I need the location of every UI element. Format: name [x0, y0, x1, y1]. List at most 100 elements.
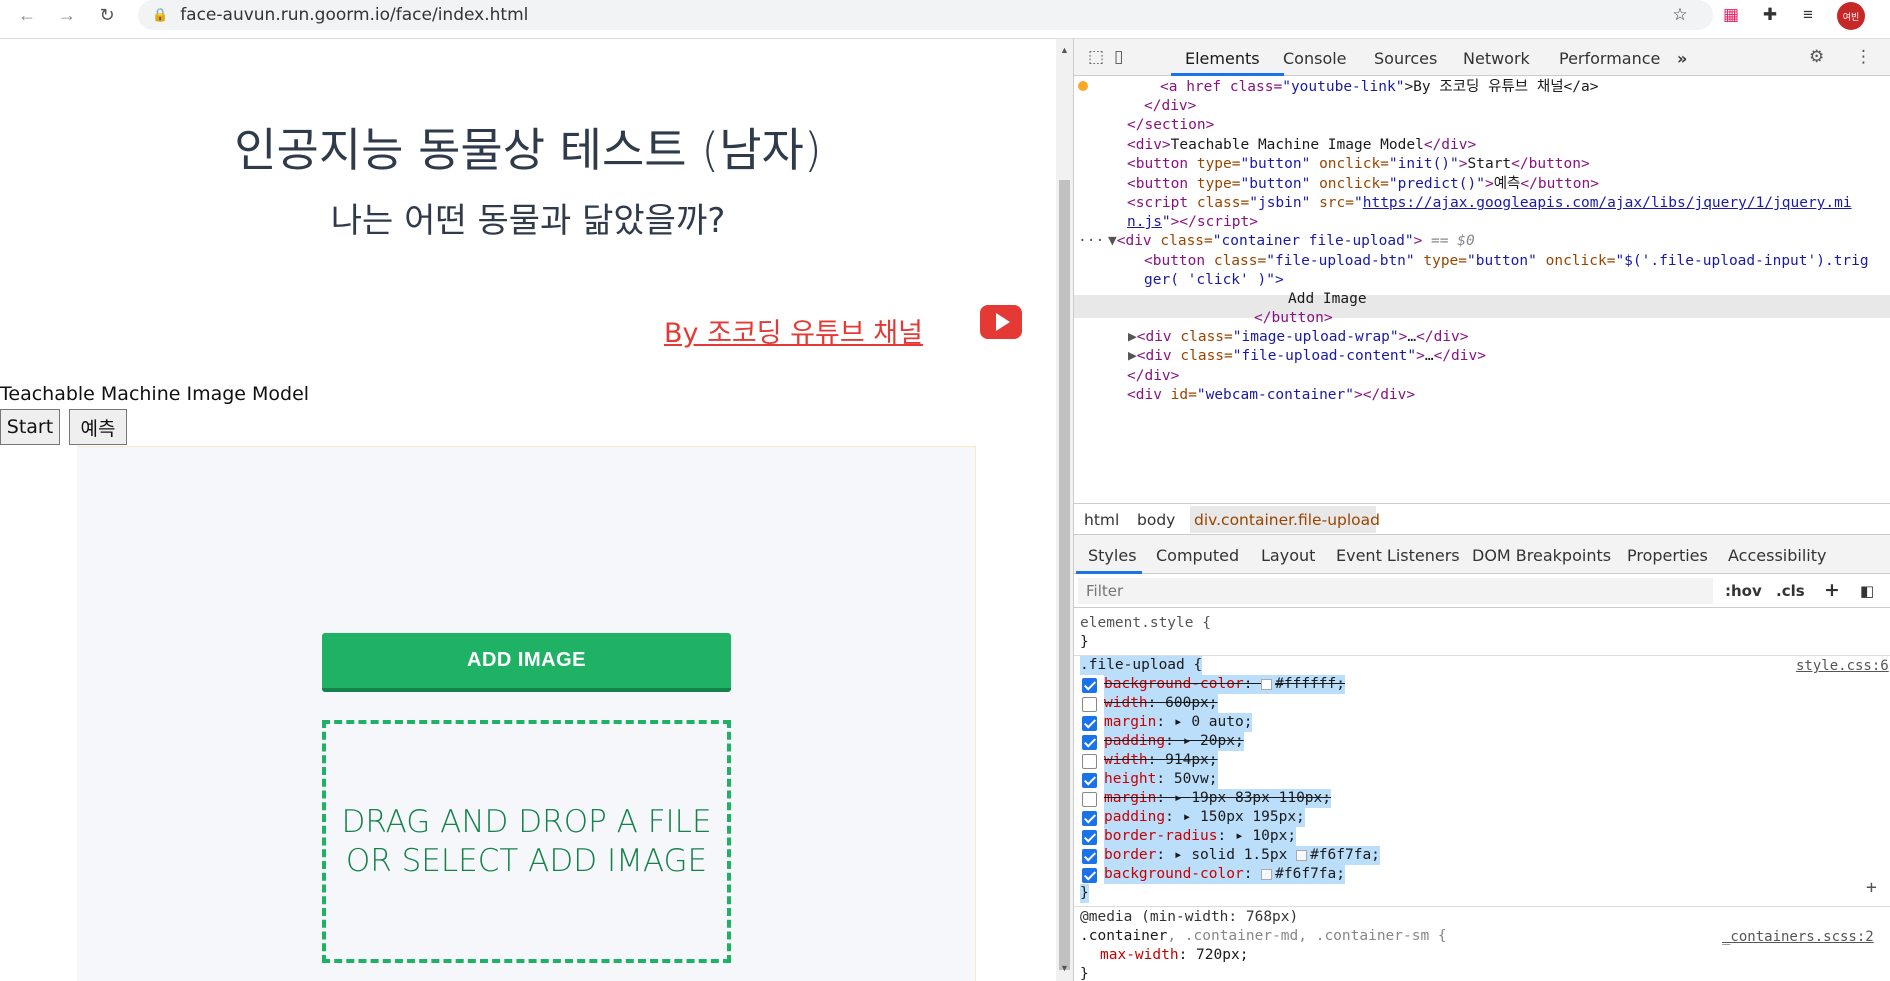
rule-selector[interactable]: .file-upload {	[1080, 656, 1203, 675]
tree-line-script-cont[interactable]: n.js"></script>	[1127, 212, 1258, 233]
warning-dot-icon	[1078, 81, 1088, 91]
tree-line-section-close[interactable]: </section>	[1127, 115, 1214, 136]
breadcrumb-body[interactable]: body	[1137, 511, 1175, 529]
add-image-button[interactable]: ADD IMAGE	[322, 633, 731, 692]
cls-toggle[interactable]: .cls	[1776, 582, 1805, 600]
prop-line-2[interactable]: width: 600px;	[1104, 694, 1218, 713]
tree-line-script[interactable]: <script class="jsbin" src="https://ajax.…	[1127, 193, 1852, 214]
prop-checkbox-7[interactable]	[1082, 792, 1097, 807]
tab-computed[interactable]: Computed	[1156, 546, 1239, 565]
tree-line-div-close-2[interactable]: </div>	[1127, 366, 1179, 387]
youtube-link[interactable]: By 조코딩 유튜브 채널	[664, 311, 923, 350]
prop-line-3[interactable]: margin: ▸ 0 auto;	[1104, 713, 1253, 732]
tree-line-div-close[interactable]: </div>	[1144, 96, 1196, 117]
tree-line-webcam-container[interactable]: <div id="webcam-container"></div>	[1127, 385, 1415, 406]
prop-line-6[interactable]: height: 50vw;	[1104, 770, 1218, 789]
prop-line-10[interactable]: border: ▸ solid 1.5px #f6f7fa;	[1104, 846, 1380, 865]
breadcrumb-html[interactable]: html	[1084, 511, 1119, 529]
media-query-label: @media (min-width: 768px)	[1080, 909, 1299, 925]
scroll-down-arrow-icon[interactable]: ▼	[1058, 963, 1071, 976]
back-arrow-icon[interactable]: ←	[12, 0, 42, 30]
page-scrollbar-thumb[interactable]	[1059, 180, 1070, 970]
add-property-icon[interactable]: +	[1866, 878, 1877, 897]
prop-checkbox-1[interactable]	[1082, 678, 1097, 693]
tree-line-model-div[interactable]: <div>Teachable Machine Image Model</div>	[1127, 135, 1476, 156]
elements-tree[interactable]: <a href class="youtube-link">By 조코딩 유튜브 …	[1074, 77, 1890, 503]
page-viewport: 인공지능 동물상 테스트 (남자) 나는 어떤 동물과 닮았을까? By 조코딩…	[0, 39, 1056, 981]
profile-avatar[interactable]: 여빈	[1837, 2, 1865, 30]
tab-layout[interactable]: Layout	[1261, 546, 1315, 565]
hov-toggle[interactable]: :hov	[1725, 582, 1762, 600]
toggle-sidebar-icon[interactable]: ◧	[1860, 582, 1874, 600]
element-style-selector[interactable]: element.style {	[1080, 614, 1211, 633]
prop-checkbox-6[interactable]	[1082, 773, 1097, 788]
tab-properties[interactable]: Properties	[1627, 546, 1708, 565]
prop-checkbox-9[interactable]	[1082, 830, 1097, 845]
tab-dom-breakpoints[interactable]: DOM Breakpoints	[1472, 546, 1611, 565]
tree-line-add-image-text[interactable]: Add Image	[1288, 289, 1367, 310]
node-options-icon[interactable]: ···	[1078, 231, 1104, 252]
prop-line-7[interactable]: margin: ▸ 19px 83px 110px;	[1104, 789, 1331, 808]
address-bar[interactable]: 🔒 face-auvun.run.goorm.io/face/index.htm…	[138, 0, 1713, 30]
youtube-icon[interactable]	[980, 305, 1022, 339]
prop-line-11[interactable]: background-color: #f6f7fa;	[1104, 865, 1345, 884]
start-button[interactable]: Start	[0, 409, 60, 445]
puzzle-icon[interactable]: ✚	[1759, 4, 1781, 26]
tab-console[interactable]: Console	[1283, 49, 1347, 68]
lock-icon[interactable]: 🔒	[152, 7, 168, 23]
prop-checkbox-2[interactable]	[1082, 697, 1097, 712]
media-prop-line[interactable]: max-width: 720px;	[1100, 946, 1248, 965]
bookmark-star-icon[interactable]: ☆	[1669, 4, 1691, 26]
prop-line-1[interactable]: background-color: #ffffff;	[1104, 675, 1345, 694]
color-swatch-icon[interactable]	[1261, 868, 1273, 880]
tab-sources[interactable]: Sources	[1374, 49, 1437, 68]
inspect-element-icon[interactable]: ⬚	[1088, 47, 1104, 67]
tab-styles[interactable]: Styles	[1088, 546, 1137, 565]
more-tabs-icon[interactable]: »	[1677, 49, 1687, 68]
reload-icon[interactable]: ↻	[92, 0, 122, 30]
color-swatch-icon[interactable]	[1261, 678, 1273, 690]
media-source-link[interactable]: _containers.scss:2	[1722, 929, 1874, 945]
tree-line-file-upload-content[interactable]: ▶<div class="file-upload-content">…</div…	[1128, 346, 1486, 367]
prop-checkbox-10[interactable]	[1082, 849, 1097, 864]
tab-elements[interactable]: Elements	[1185, 49, 1260, 68]
prop-line-4[interactable]: padding: ▸ 20px;	[1104, 732, 1244, 751]
predict-button[interactable]: 예측	[69, 409, 127, 445]
tree-line-predict-button[interactable]: <button type="button" onclick="predict()…	[1127, 174, 1599, 195]
more-options-icon[interactable]: ⋮	[1855, 47, 1872, 67]
prop-checkbox-4[interactable]	[1082, 735, 1097, 750]
device-toggle-icon[interactable]: ▯	[1114, 47, 1123, 67]
tree-line-start-button[interactable]: <button type="button" onclick="init()">S…	[1127, 154, 1590, 175]
tab-event-listeners[interactable]: Event Listeners	[1336, 546, 1460, 565]
tree-line-upload-button[interactable]: <button class="file-upload-btn" type="bu…	[1144, 251, 1869, 272]
prop-line-5[interactable]: width: 914px;	[1104, 751, 1218, 770]
extension-icon[interactable]: ▦	[1720, 4, 1742, 26]
scroll-up-arrow-icon[interactable]: ▲	[1058, 45, 1071, 58]
tab-accessibility[interactable]: Accessibility	[1728, 546, 1826, 565]
tree-line-container-file-upload[interactable]: ▼<div class="container file-upload"> == …	[1108, 231, 1475, 252]
settings-gear-icon[interactable]: ⚙	[1809, 47, 1824, 67]
styles-pane[interactable]: element.style { } .file-upload { style.c…	[1074, 608, 1890, 981]
image-drop-zone[interactable]: DRAG AND DROP A FILE OR SELECT ADD IMAGE	[322, 720, 731, 963]
media-selector[interactable]: .container, .container-md, .container-sm…	[1080, 927, 1447, 946]
tree-line-upload-button-cont[interactable]: ger( 'click' )">	[1144, 270, 1284, 291]
prop-checkbox-8[interactable]	[1082, 811, 1097, 826]
media-control-icon[interactable]: ≡	[1797, 4, 1819, 26]
tree-line-button-close[interactable]: </button>	[1254, 308, 1333, 329]
tree-line-image-upload-wrap[interactable]: ▶<div class="image-upload-wrap">…</div>	[1128, 327, 1469, 348]
prop-checkbox-3[interactable]	[1082, 716, 1097, 731]
styles-filter-input[interactable]	[1078, 578, 1713, 604]
prop-line-9[interactable]: border-radius: ▸ 10px;	[1104, 827, 1297, 846]
rule-source-link[interactable]: style.css:6	[1796, 658, 1889, 674]
color-swatch-icon[interactable]	[1296, 849, 1308, 861]
forward-arrow-icon[interactable]: →	[52, 0, 82, 30]
prop-line-8[interactable]: padding: ▸ 150px 195px;	[1104, 808, 1305, 827]
breadcrumb-div-file-upload[interactable]: div.container.file-upload	[1194, 511, 1380, 529]
prop-checkbox-11[interactable]	[1082, 868, 1097, 883]
styles-filter-row: :hov .cls + ◧	[1074, 574, 1890, 608]
tab-performance[interactable]: Performance	[1559, 49, 1660, 68]
new-rule-icon[interactable]: +	[1824, 579, 1840, 601]
tab-network[interactable]: Network	[1463, 49, 1530, 68]
tree-line-youtube-link[interactable]: <a href class="youtube-link">By 조코딩 유튜브 …	[1160, 77, 1598, 98]
prop-checkbox-5[interactable]	[1082, 754, 1097, 769]
